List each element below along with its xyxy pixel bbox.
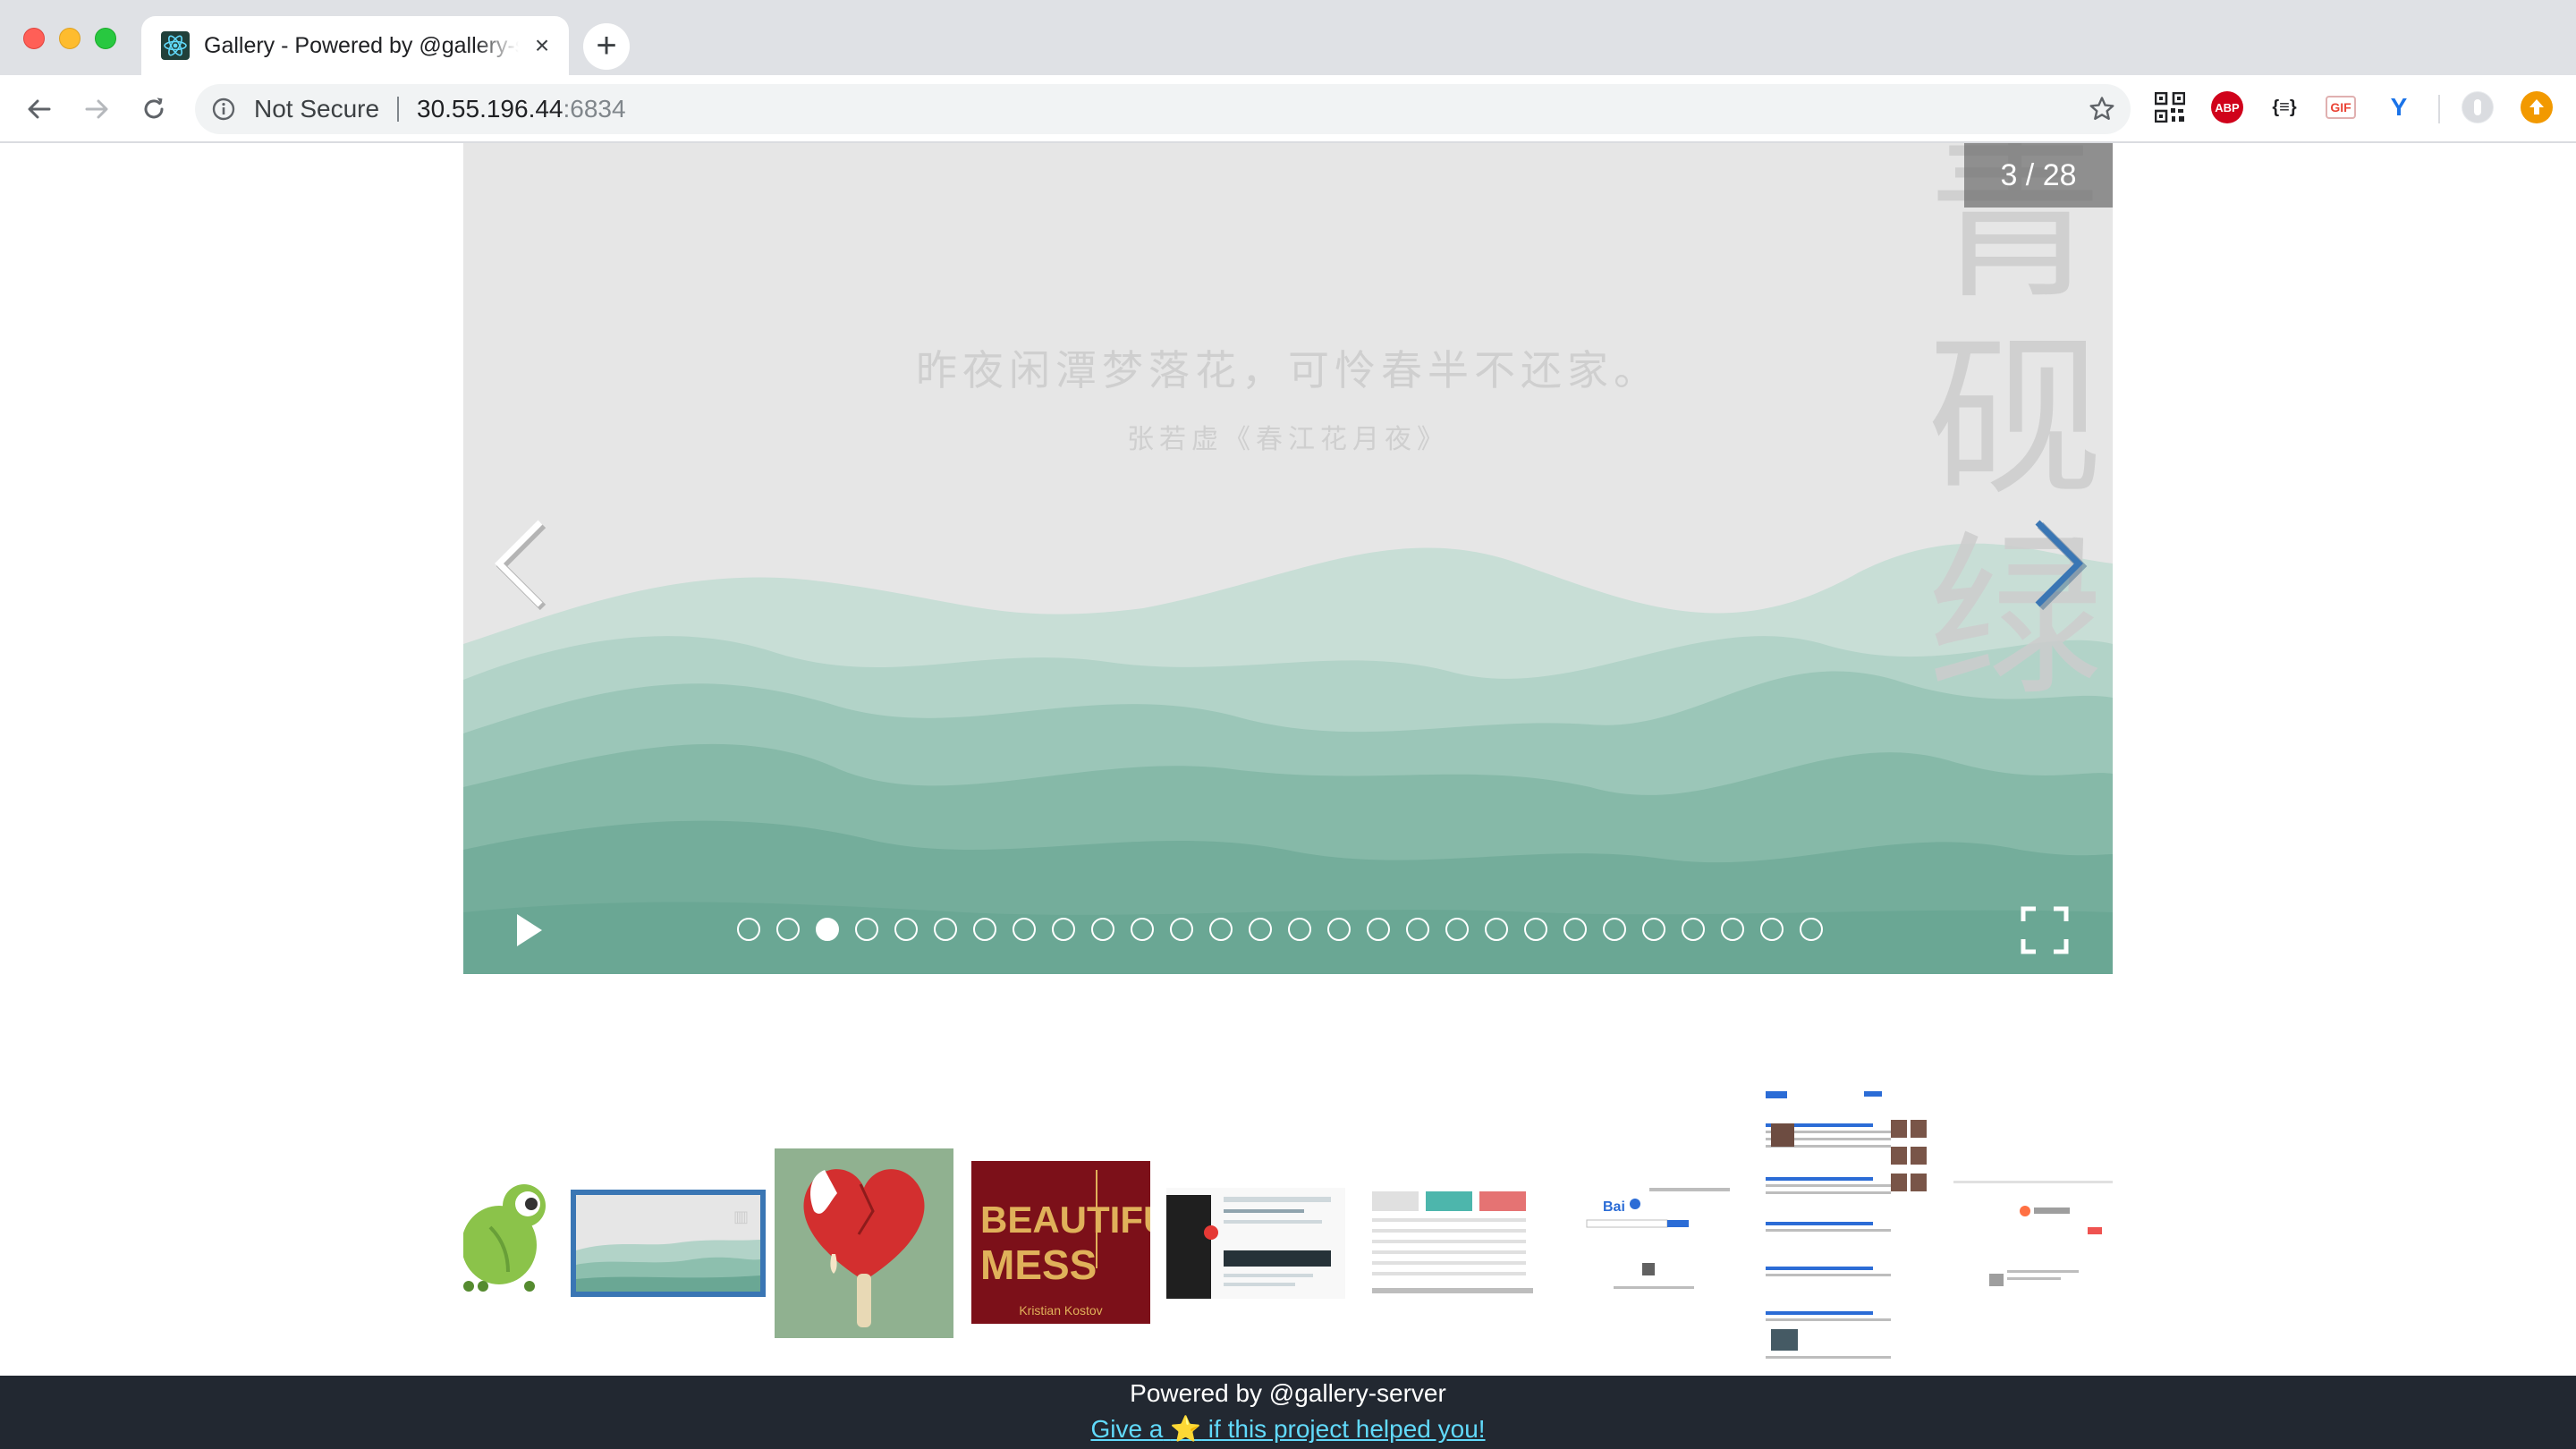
vertical-char-2: 砚 — [1927, 318, 2103, 521]
gif-extension-icon[interactable]: GIF — [2326, 96, 2356, 119]
slide-bullet-15[interactable] — [1288, 918, 1311, 941]
slide-author-text: 张若虚《春江花月夜》 — [1127, 424, 1449, 455]
slide-bullet-16[interactable] — [1327, 918, 1351, 941]
slide-bullet-1[interactable] — [737, 918, 760, 941]
slide-bullet-19[interactable] — [1445, 918, 1469, 941]
slide-bullet-20[interactable] — [1485, 918, 1508, 941]
slide-bullet-10[interactable] — [1091, 918, 1114, 941]
slide-bullet-2[interactable] — [776, 918, 800, 941]
slide-bullet-4[interactable] — [855, 918, 878, 941]
reload-icon — [144, 97, 164, 119]
thumbnail-baidu-home[interactable]: Bai — [1560, 1177, 1739, 1302]
info-icon[interactable] — [211, 97, 236, 122]
back-button[interactable] — [18, 88, 61, 131]
react-favicon-icon — [161, 31, 190, 60]
previous-slide-arrow-icon[interactable] — [487, 510, 558, 617]
slide-bullet-23[interactable] — [1603, 918, 1626, 941]
reload-button[interactable] — [132, 88, 175, 131]
svg-text:▥: ▥ — [733, 1208, 749, 1226]
json-viewer-extension-icon[interactable]: {≡} — [2268, 91, 2301, 123]
profile-avatar-icon[interactable] — [2462, 91, 2494, 123]
slide-bullet-6[interactable] — [934, 918, 957, 941]
footer-link-suffix[interactable]: if this project helped you! — [1201, 1415, 1486, 1443]
slide-vertical-title: 青 砚 绿 — [1912, 143, 2113, 717]
url-divider — [397, 97, 399, 122]
fullscreen-icon[interactable] — [2020, 905, 2070, 955]
svg-text:MESS: MESS — [980, 1241, 1097, 1288]
window-close-button[interactable] — [23, 28, 45, 49]
arrow-left-icon — [28, 99, 51, 119]
toolbar-separator — [2438, 95, 2440, 123]
slide-bullet-11[interactable] — [1131, 918, 1154, 941]
browser-toolbar: Not Secure 30.55.196.44:6834 — [0, 75, 2576, 143]
thumbnail-pricing-table[interactable] — [1363, 1177, 1542, 1302]
tab-close-icon[interactable]: × — [528, 31, 556, 60]
slide-poem-text: 昨夜闲潭梦落花，可怜春半不还家。 — [916, 346, 1660, 394]
window-zoom-button[interactable] — [95, 28, 116, 49]
slide-bullet-3[interactable] — [816, 918, 839, 941]
slide-bullet-5[interactable] — [894, 918, 918, 941]
arrow-right-icon — [85, 99, 108, 119]
thumbnail-search-results[interactable] — [1757, 1088, 1936, 1374]
bookmark-star-icon[interactable] — [2088, 95, 2116, 123]
mountain-landscape-image — [463, 143, 2113, 974]
adblock-plus-extension-icon[interactable]: ABP — [2211, 91, 2243, 123]
slide-bullet-7[interactable] — [973, 918, 996, 941]
slide-bullet-13[interactable] — [1209, 918, 1233, 941]
slide-bullet-14[interactable] — [1249, 918, 1272, 941]
qr-code-extension-icon[interactable] — [2154, 91, 2186, 123]
update-available-icon[interactable] — [2521, 91, 2553, 123]
url-text[interactable]: 30.55.196.44:6834 — [417, 95, 626, 123]
thumbnail-beautiful-mess[interactable]: BEAUTIFUL MESS Kristian Kostov — [971, 1161, 1150, 1324]
slide-bullet-24[interactable] — [1642, 918, 1665, 941]
github-star-link[interactable]: Give a ⭐ if this project helped you! — [0, 1413, 2576, 1445]
beautiful-mess-title: BEAUTIFUL — [980, 1199, 1150, 1241]
new-tab-button[interactable]: + — [583, 23, 630, 70]
y-extension-icon[interactable]: Y — [2383, 91, 2415, 123]
slide-counter: 3 / 28 — [1964, 143, 2113, 208]
browser-tab-strip: Gallery - Powered by @gallery-server × + — [0, 0, 2576, 75]
address-bar[interactable]: Not Secure 30.55.196.44:6834 — [195, 84, 2131, 134]
thumbnail-heart-popsicle[interactable] — [775, 1148, 953, 1338]
footer-powered-by: Powered by @gallery-server — [1130, 1379, 1446, 1407]
slide-bullet-27[interactable] — [1760, 918, 1784, 941]
svg-text:Bai: Bai — [1603, 1199, 1625, 1215]
slide-bullet-9[interactable] — [1052, 918, 1075, 941]
tab-title: Gallery - Powered by @gallery-server — [204, 33, 519, 58]
gallery-main-slide[interactable]: 昨夜闲潭梦落花，可怜春半不还家。 张若虚《春江花月夜》 青 砚 绿 3 / 28 — [463, 143, 2113, 974]
slide-bullet-8[interactable] — [1013, 918, 1036, 941]
thumbnail-frog[interactable] — [463, 1174, 553, 1295]
forward-button[interactable] — [75, 88, 118, 131]
thumbnail-strip: ▥ BEAUTIFUL MESS Kristian Kostov — [463, 1088, 2113, 1374]
slide-bullet-22[interactable] — [1563, 918, 1587, 941]
play-icon[interactable] — [508, 911, 547, 950]
page-footer: Powered by @gallery-server Give a ⭐ if t… — [0, 1376, 2576, 1449]
beautiful-mess-author: Kristian Kostov — [1019, 1303, 1102, 1318]
slide-bullet-25[interactable] — [1682, 918, 1705, 941]
slide-bullet-18[interactable] — [1406, 918, 1429, 941]
slide-bullet-17[interactable] — [1367, 918, 1390, 941]
json-label: {≡} — [2272, 97, 2297, 117]
slide-bullet-28[interactable] — [1800, 918, 1823, 941]
abp-label: ABP — [2215, 100, 2240, 114]
slide-bullet-12[interactable] — [1170, 918, 1193, 941]
security-status-label[interactable]: Not Secure — [254, 95, 379, 123]
url-port: :6834 — [563, 95, 626, 123]
slide-bullet-21[interactable] — [1524, 918, 1547, 941]
y-label: Y — [2390, 93, 2408, 121]
footer-link-prefix[interactable]: Give a — [1090, 1415, 1163, 1443]
thumbnail-docs-page[interactable] — [1166, 1188, 1345, 1299]
gif-label: GIF — [2330, 100, 2351, 114]
next-slide-arrow-icon[interactable] — [2020, 510, 2091, 617]
url-host: 30.55.196.44 — [417, 95, 564, 123]
slide-bullet-nav — [737, 918, 1839, 943]
star-emoji-icon[interactable]: ⭐ — [1170, 1415, 1201, 1443]
slide-bullet-26[interactable] — [1721, 918, 1744, 941]
thumbnail-landscape-active[interactable]: ▥ — [571, 1190, 766, 1297]
window-minimize-button[interactable] — [59, 28, 80, 49]
thumbnail-sogou-search[interactable] — [1953, 1177, 2113, 1302]
browser-tab-gallery[interactable]: Gallery - Powered by @gallery-server × — [141, 16, 569, 75]
